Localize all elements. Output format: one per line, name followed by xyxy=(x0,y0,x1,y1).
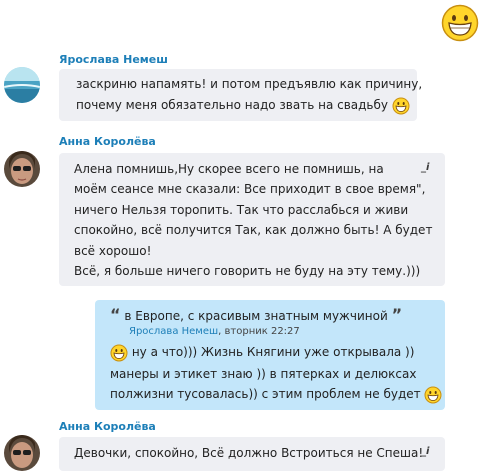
message-line: полжизни тусовалась)) с этим проблем не … xyxy=(110,387,421,401)
message-bubble: Алена помнишь,Ну скорее всего не помнишь… xyxy=(59,153,445,286)
message-bubble: Девочки, спокойно, Всё должно Встроиться… xyxy=(59,437,445,471)
message-bubble: заскриню напамять! и потом предъявлю как… xyxy=(59,69,422,121)
quote-close-mark: ” xyxy=(391,305,403,324)
quote-open-mark: “ xyxy=(110,305,121,324)
quote-block: “ в Европе, с красивым знатным мужчиной … xyxy=(110,306,402,325)
quote-text: в Европе, с красивым знатным мужчиной xyxy=(124,309,388,323)
message-line: ну а что))) Жизнь Княгини уже открывала … xyxy=(128,345,415,359)
edit-icon[interactable]: _i xyxy=(421,162,429,173)
quote-attribution: Ярослава Немеш, вторник 22:27 xyxy=(129,326,300,337)
avatar[interactable] xyxy=(4,435,40,471)
message-line: спокойно, всё получится Так, как должно … xyxy=(74,223,433,237)
quote-author[interactable]: Ярослава Немеш xyxy=(129,326,218,337)
message-line: почему меня обязательно надо звать на св… xyxy=(76,98,388,112)
message-sender[interactable]: Анна Королёва xyxy=(59,420,156,433)
message-line: Всё, я больше ничего говорить не буду на… xyxy=(74,264,421,278)
message-line: заскриню напамять! и потом предъявлю как… xyxy=(76,77,423,91)
avatar[interactable] xyxy=(4,67,40,103)
grinning-smiley-icon[interactable] xyxy=(441,4,479,42)
message-line: всё хорошо! xyxy=(74,244,152,258)
grinning-smiley-icon xyxy=(110,344,128,361)
avatar[interactable] xyxy=(4,151,40,187)
message-line: Девочки, спокойно, Всё должно Встроиться… xyxy=(74,446,424,460)
quote-timestamp: , вторник 22:27 xyxy=(218,326,300,337)
message-line: Алена помнишь,Ну скорее всего не помнишь… xyxy=(74,162,384,176)
message-line: ничего Нельзя торопить. Так что расслабь… xyxy=(74,203,409,217)
quote-message-bubble: “ в Европе, с красивым знатным мужчиной … xyxy=(95,300,445,410)
message-line: моём сеансе мне сказали: Все приходит в … xyxy=(74,182,426,196)
edit-icon[interactable]: _i xyxy=(421,446,429,457)
grinning-smiley-icon xyxy=(424,386,442,403)
message-sender[interactable]: Анна Королёва xyxy=(59,135,156,148)
grinning-smiley-icon xyxy=(392,97,410,114)
message-sender[interactable]: Ярослава Немеш xyxy=(59,53,168,66)
message-line: манеры и этикет знаю )) в пятерках и дел… xyxy=(110,367,417,381)
